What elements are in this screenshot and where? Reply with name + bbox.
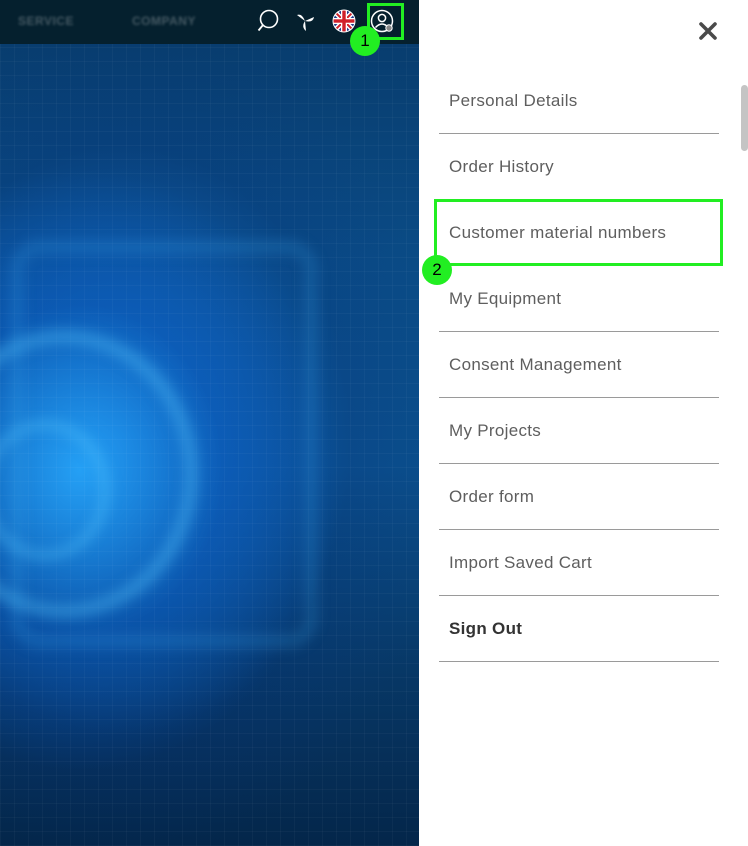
highlight-box-customer-material-numbers xyxy=(434,199,723,266)
menu-item-import-saved-cart[interactable]: Import Saved Cart xyxy=(439,530,719,596)
nav-item-service[interactable]: SERVICE xyxy=(18,14,74,28)
close-icon[interactable] xyxy=(695,18,721,44)
brand-logo-icon[interactable] xyxy=(292,8,318,34)
hero-background-image xyxy=(0,0,419,846)
nav-item-company[interactable]: COMPANY xyxy=(132,14,196,28)
step-marker-2: 2 xyxy=(422,255,452,285)
account-menu-list: Personal Details Order History Customer … xyxy=(439,68,719,662)
menu-item-my-equipment[interactable]: My Equipment xyxy=(439,266,719,332)
hero-glow-frame xyxy=(10,240,318,648)
menu-item-my-projects[interactable]: My Projects xyxy=(439,398,719,464)
panel-scrollbar[interactable] xyxy=(741,85,748,151)
search-icon[interactable] xyxy=(255,8,281,34)
menu-item-personal-details[interactable]: Personal Details xyxy=(439,68,719,134)
step-marker-1: 1 xyxy=(350,26,380,56)
account-menu-panel: Personal Details Order History Customer … xyxy=(419,0,748,846)
menu-item-order-history[interactable]: Order History xyxy=(439,134,719,200)
menu-item-order-form[interactable]: Order form xyxy=(439,464,719,530)
menu-item-consent-management[interactable]: Consent Management xyxy=(439,332,719,398)
menu-item-sign-out[interactable]: Sign Out xyxy=(439,596,719,662)
